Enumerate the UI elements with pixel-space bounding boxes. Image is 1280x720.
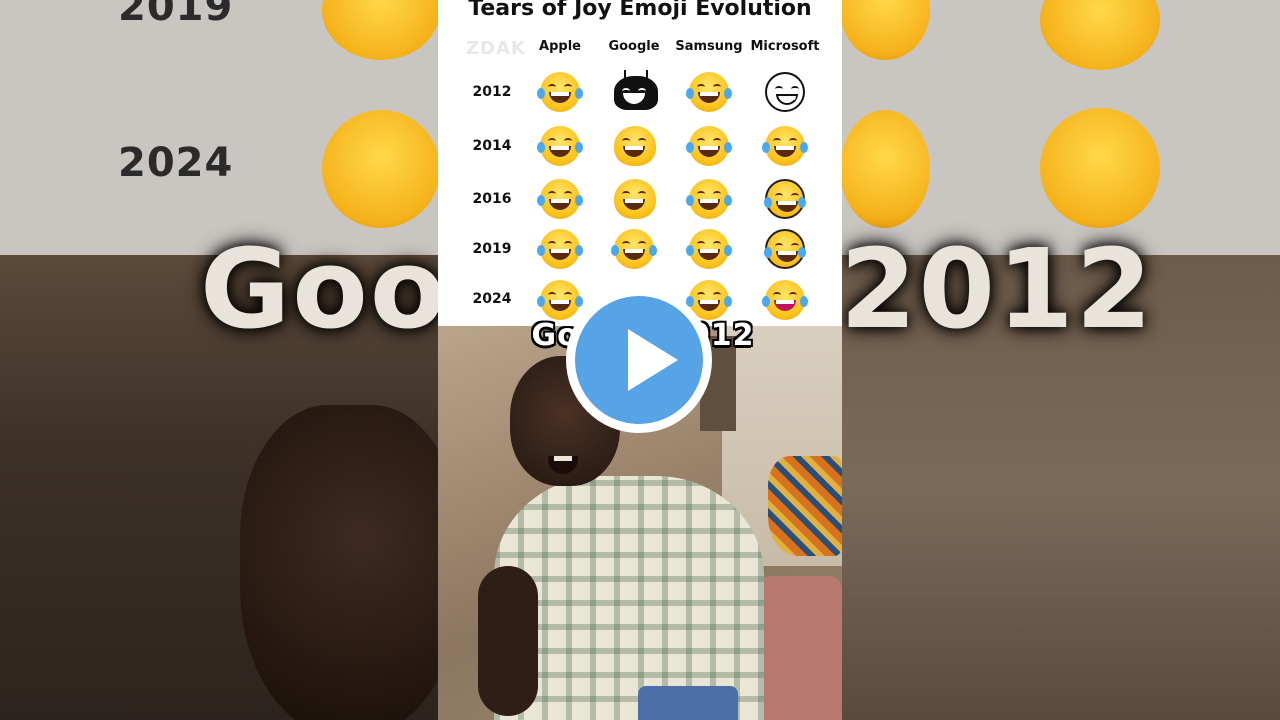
blurred-face — [240, 405, 440, 720]
apple-2019-emoji-icon — [537, 229, 583, 269]
microsoft-2014-emoji-icon — [762, 126, 808, 166]
google-2019-emoji-icon — [611, 229, 657, 269]
kid-arm — [478, 566, 538, 716]
column-header-apple: Apple — [539, 39, 581, 54]
video-content: Tears of Joy Emoji Evolution ZDAK Apple … — [438, 0, 842, 720]
google-2012-android-emoji-icon — [614, 70, 658, 110]
emoji-icon — [1040, 0, 1160, 70]
microsoft-2016-emoji-icon — [764, 179, 806, 219]
row-year-2024: 2024 — [472, 291, 512, 307]
samsung-2014-emoji-icon — [686, 126, 732, 166]
column-header-samsung: Samsung — [675, 39, 743, 54]
video-title: Tears of Joy Emoji Evolution — [468, 0, 812, 21]
background-table-left: 2019 2024 — [0, 0, 440, 255]
background-year: 2024 — [118, 140, 234, 186]
row-year-2016: 2016 — [472, 191, 512, 207]
emoji-icon — [840, 0, 930, 60]
background-right-panel: 2012 — [840, 0, 1280, 720]
microsoft-2024-emoji-icon — [762, 280, 808, 320]
background-table-right — [840, 0, 1280, 255]
google-2014-emoji-icon — [614, 126, 656, 166]
emoji-icon — [322, 0, 440, 60]
background-left-panel: 2019 2024 Goo — [0, 0, 440, 720]
row-year-2012: 2012 — [472, 84, 512, 100]
emoji-icon — [322, 110, 440, 228]
play-button-circle[interactable] — [575, 296, 703, 424]
apple-2024-emoji-icon — [537, 280, 583, 320]
emoji-comparison-table: Tears of Joy Emoji Evolution ZDAK Apple … — [438, 0, 842, 326]
microsoft-2019-emoji-icon — [764, 229, 806, 269]
background-caption-left: Goo — [200, 225, 440, 353]
jeans — [638, 686, 738, 720]
watermark: ZDAK — [466, 38, 526, 59]
google-2016-emoji-icon — [614, 179, 656, 219]
apple-2014-emoji-icon — [537, 126, 583, 166]
samsung-2016-emoji-icon — [686, 179, 732, 219]
samsung-2019-emoji-icon — [686, 229, 732, 269]
play-icon[interactable] — [628, 329, 678, 391]
microsoft-2012-emoji-icon — [765, 72, 805, 112]
samsung-2012-emoji-icon — [686, 72, 732, 112]
column-header-microsoft: Microsoft — [750, 39, 820, 54]
column-header-google: Google — [608, 39, 660, 54]
emoji-icon — [840, 110, 930, 228]
emoji-icon — [1040, 108, 1160, 228]
apple-2016-emoji-icon — [537, 179, 583, 219]
patterned-cloth — [768, 456, 842, 556]
apple-2012-emoji-icon — [537, 72, 583, 112]
background-caption-right: 2012 — [840, 225, 1155, 353]
row-year-2019: 2019 — [472, 241, 512, 257]
video-frame[interactable]: 2019 2024 Goo 2012 Tears of Joy Emoji Ev… — [0, 0, 1280, 720]
play-button[interactable] — [566, 287, 712, 433]
background-year: 2019 — [118, 0, 234, 30]
row-year-2014: 2014 — [472, 138, 512, 154]
